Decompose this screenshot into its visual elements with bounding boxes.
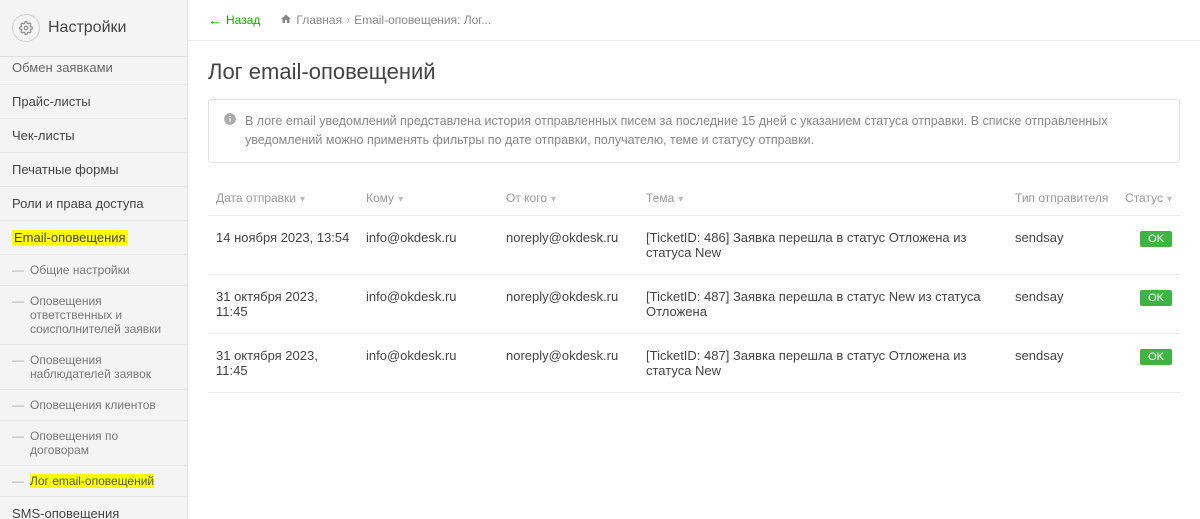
sidebar-subitem-label: Оповещения ответственных и соисполнителе… (30, 294, 175, 336)
table-row[interactable]: 14 ноября 2023, 13:54info@okdesk.runorep… (208, 215, 1180, 274)
sidebar-item[interactable]: Печатные формы (0, 153, 187, 187)
cell-status: OK (1117, 215, 1180, 274)
sidebar-item[interactable]: SMS-оповещения (0, 497, 187, 519)
col-header-sender: Тип отправителя (1007, 181, 1117, 216)
col-header-from[interactable]: От кого▾ (498, 181, 638, 216)
sidebar-item[interactable]: Роли и права доступа (0, 187, 187, 221)
sidebar-subitem[interactable]: — Оповещения по договорам (0, 421, 187, 466)
filter-icon[interactable]: ▾ (398, 194, 403, 205)
cell-date: 14 ноября 2023, 13:54 (208, 215, 358, 274)
sidebar-item[interactable]: Прайс-листы (0, 85, 187, 119)
dash-icon: — (12, 263, 24, 277)
cell-from: noreply@okdesk.ru (498, 333, 638, 392)
info-text: В логе email уведомлений представлена ис… (245, 112, 1165, 150)
sidebar-item-email-notifications[interactable]: Email-оповещения (0, 221, 187, 255)
info-icon (223, 112, 237, 132)
dash-icon: — (12, 429, 24, 443)
col-header-status[interactable]: Статус▾ (1117, 181, 1180, 216)
sidebar-item-label: Email-оповещения (12, 230, 128, 245)
page-title: Лог email-оповещений (188, 41, 1200, 99)
sidebar-subitem-email-log[interactable]: — Лог email-оповещений (0, 466, 187, 497)
back-button[interactable]: ← Назад (208, 12, 260, 28)
status-badge: OK (1140, 231, 1172, 247)
cell-sender: sendsay (1007, 274, 1117, 333)
sidebar-subitem[interactable]: — Оповещения наблюдателей заявок (0, 345, 187, 390)
breadcrumb: ← Назад Главная › Email-оповещения: Лог.… (188, 0, 1200, 41)
cell-subject: [TicketID: 486] Заявка перешла в статус … (638, 215, 1007, 274)
table-row[interactable]: 31 октября 2023, 11:45info@okdesk.runore… (208, 333, 1180, 392)
sidebar-item[interactable]: Обмен заявками (0, 51, 187, 85)
sidebar-subitem[interactable]: — Оповещения ответственных и соисполнител… (0, 286, 187, 345)
dash-icon: — (12, 353, 24, 367)
filter-icon[interactable]: ▾ (551, 194, 556, 205)
email-log-table: Дата отправки▾ Кому▾ От кого▾ Тема▾ Тип … (188, 181, 1200, 393)
cell-to: info@okdesk.ru (358, 333, 498, 392)
dash-icon: — (12, 474, 24, 488)
status-badge: OK (1140, 349, 1172, 365)
cell-to: info@okdesk.ru (358, 215, 498, 274)
cell-from: noreply@okdesk.ru (498, 215, 638, 274)
cell-status: OK (1117, 333, 1180, 392)
sidebar-item[interactable]: Чек-листы (0, 119, 187, 153)
sidebar-title: Настройки (48, 19, 126, 37)
cell-from: noreply@okdesk.ru (498, 274, 638, 333)
cell-status: OK (1117, 274, 1180, 333)
home-icon[interactable] (280, 13, 292, 28)
col-header-date[interactable]: Дата отправки▾ (208, 181, 358, 216)
breadcrumb-current[interactable]: Email-оповещения: Лог... (354, 13, 491, 27)
sidebar-subitem[interactable]: — Общие настройки (0, 255, 187, 286)
back-label: Назад (226, 13, 260, 27)
cell-to: info@okdesk.ru (358, 274, 498, 333)
cell-subject: [TicketID: 487] Заявка перешла в статус … (638, 274, 1007, 333)
dash-icon: — (12, 294, 24, 308)
arrow-left-icon: ← (208, 12, 222, 28)
info-banner: В логе email уведомлений представлена ис… (208, 99, 1180, 163)
gear-icon (12, 14, 40, 42)
sidebar-subitem-label: Оповещения клиентов (30, 398, 156, 412)
cell-sender: sendsay (1007, 215, 1117, 274)
sidebar-subitem-label: Оповещения по договорам (30, 429, 175, 457)
dash-icon: — (12, 398, 24, 412)
status-badge: OK (1140, 290, 1172, 306)
chevron-right-icon: › (346, 13, 350, 27)
col-header-subject[interactable]: Тема▾ (638, 181, 1007, 216)
cell-subject: [TicketID: 487] Заявка перешла в статус … (638, 333, 1007, 392)
main-content: ← Назад Главная › Email-оповещения: Лог.… (188, 0, 1200, 519)
sidebar-subitem-label: Оповещения наблюдателей заявок (30, 353, 175, 381)
cell-sender: sendsay (1007, 333, 1117, 392)
filter-icon[interactable]: ▾ (300, 194, 305, 205)
sidebar-header: Настройки (0, 0, 187, 57)
table-row[interactable]: 31 октября 2023, 11:45info@okdesk.runore… (208, 274, 1180, 333)
cell-date: 31 октября 2023, 11:45 (208, 333, 358, 392)
sidebar-subitem-label: Лог email-оповещений (30, 474, 154, 488)
sidebar: Настройки Обмен заявками Прайс-листы Чек… (0, 0, 188, 519)
filter-icon[interactable]: ▾ (678, 194, 683, 205)
breadcrumb-home[interactable]: Главная (296, 13, 342, 27)
col-header-to[interactable]: Кому▾ (358, 181, 498, 216)
cell-date: 31 октября 2023, 11:45 (208, 274, 358, 333)
sidebar-subitem-label: Общие настройки (30, 263, 130, 277)
sidebar-subitem[interactable]: — Оповещения клиентов (0, 390, 187, 421)
filter-icon[interactable]: ▾ (1167, 194, 1172, 205)
